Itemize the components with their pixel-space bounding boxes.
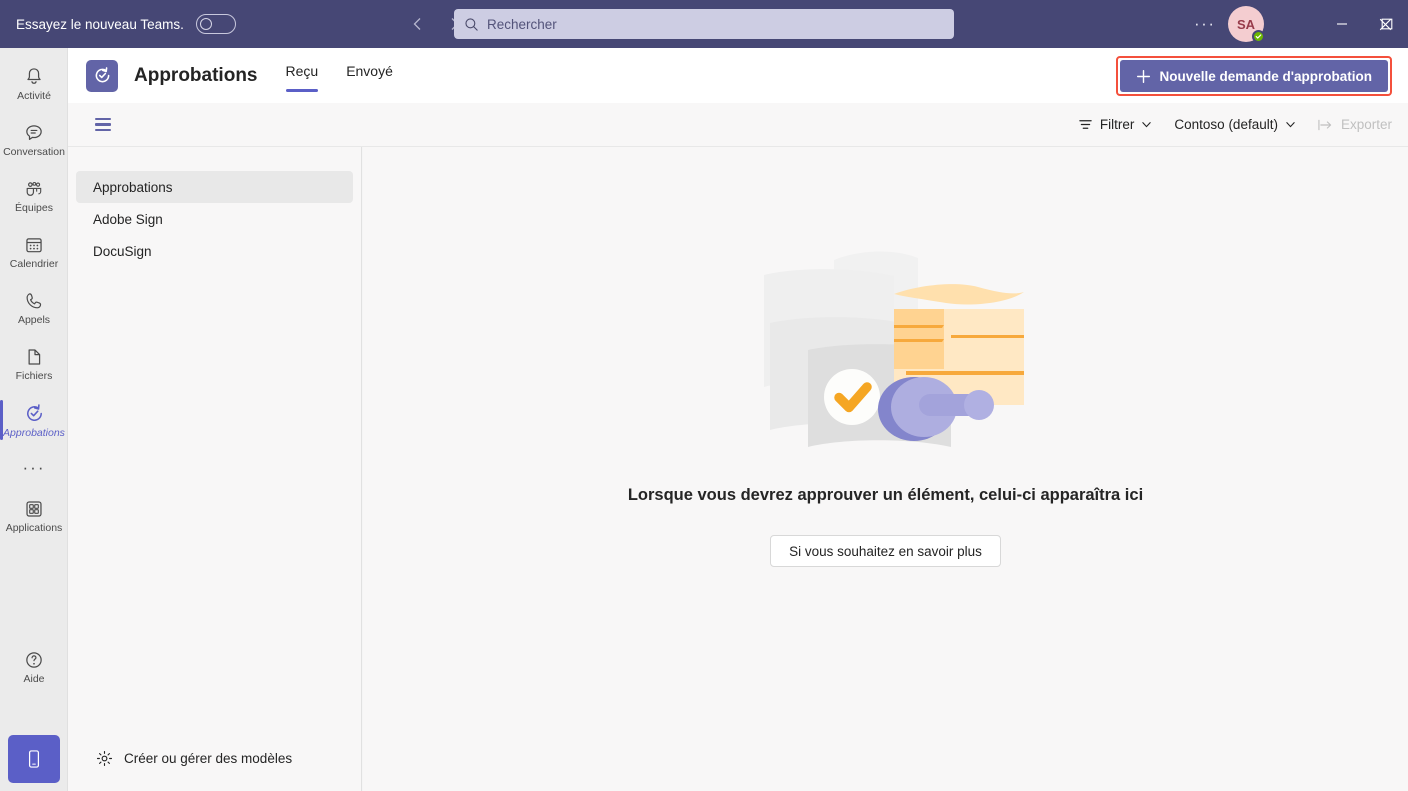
help-icon — [26, 652, 42, 668]
teams-icon — [26, 181, 42, 196]
sidebar-item-label: Aide — [23, 673, 45, 685]
presence-badge-available — [1252, 30, 1265, 43]
filter-label: Filtrer — [1099, 117, 1135, 132]
sidebar-item-activite[interactable]: Activité — [0, 56, 68, 112]
hamburger-list-icon[interactable] — [95, 117, 111, 132]
app-header: Approbations Reçu Envoyé Nouvelle demand… — [68, 48, 1408, 103]
learn-more-button[interactable]: Si vous souhaitez en savoir plus — [770, 535, 1001, 567]
empty-state-title: Lorsque vous devrez approuver un élément… — [627, 486, 1144, 504]
avatar-initials: SA — [1236, 16, 1256, 32]
toolbar: Filtrer Contoso (default) Exporter — [68, 103, 1408, 147]
new-approval-request-button[interactable]: Nouvelle demande d'approbation — [1119, 60, 1388, 92]
try-new-teams-label: Essayez le nouveau Teams. — [16, 16, 184, 32]
calendar-icon — [26, 238, 42, 253]
export-button: Exporter — [1318, 117, 1392, 132]
bell-icon — [27, 68, 41, 84]
file-icon — [28, 349, 41, 365]
more-options-button[interactable]: ··· — [1194, 14, 1215, 34]
title-bar: Essayez le nouveau Teams. Rechercher ···… — [0, 0, 1408, 48]
sidebar-item-label: Activité — [17, 90, 51, 102]
sidebar-item-label: Conversation — [3, 146, 65, 158]
manage-templates-link[interactable]: Créer ou gérer des modèles — [68, 750, 292, 767]
sidebar-item-fichiers[interactable]: Fichiers — [0, 336, 68, 392]
avatar[interactable]: SA — [1228, 6, 1265, 43]
minimize-button[interactable] — [1319, 0, 1364, 48]
approvals-app-icon — [86, 59, 118, 92]
phone-icon — [26, 293, 42, 309]
sidebar-item-aide[interactable]: Aide — [0, 639, 68, 695]
sidebar-item-calendrier[interactable]: Calendrier — [0, 224, 68, 280]
chat-icon — [26, 125, 42, 140]
search-input[interactable]: Rechercher — [454, 9, 954, 39]
export-icon — [1318, 119, 1332, 130]
close-button[interactable] — [1363, 0, 1408, 48]
list-item-docusign[interactable]: DocuSign — [76, 235, 353, 267]
chevron-down-icon — [1142, 122, 1152, 128]
sidebar-item-label: Approbations — [3, 426, 65, 439]
chevron-left-icon — [413, 18, 421, 30]
filter-button[interactable]: Filtrer — [1078, 117, 1153, 132]
plus-icon — [1136, 69, 1150, 83]
search-placeholder: Rechercher — [487, 16, 557, 32]
minimize-icon — [1336, 23, 1347, 25]
page-title: Approbations — [134, 64, 258, 86]
approvals-icon — [26, 403, 42, 421]
new-request-highlight-box: Nouvelle demande d'approbation — [1115, 56, 1392, 96]
sidebar-item-applications[interactable]: Applications — [0, 488, 68, 544]
left-navigation-rail: Activité Conversation Équipes Calendrier… — [0, 48, 68, 791]
download-mobile-app-button[interactable] — [8, 735, 60, 783]
manage-templates-label: Créer ou gérer des modèles — [124, 751, 293, 766]
list-item-approbations[interactable]: Approbations — [76, 171, 353, 203]
sidebar-item-label: Fichiers — [15, 370, 53, 382]
sidebar-more-button[interactable]: ··· — [0, 448, 68, 488]
back-button[interactable] — [404, 10, 432, 38]
close-icon — [1379, 18, 1392, 30]
sidebar-item-equipes[interactable]: Équipes — [0, 168, 68, 224]
apps-grid-icon — [26, 501, 42, 517]
main-content-area: Lorsque vous devrez approuver un élément… — [363, 147, 1408, 791]
sidebar-item-label: Appels — [17, 314, 51, 326]
tenant-selector[interactable]: Contoso (default) — [1174, 117, 1296, 132]
mobile-phone-icon — [28, 750, 40, 768]
chevron-down-icon — [1286, 122, 1295, 128]
check-icon — [1255, 34, 1262, 39]
sidebar-item-label: Calendrier — [9, 258, 59, 270]
filter-icon — [1079, 120, 1092, 129]
tenant-label: Contoso (default) — [1174, 117, 1278, 132]
approvals-empty-state-illustration — [763, 251, 1024, 447]
sidebar-item-appels[interactable]: Appels — [0, 280, 68, 336]
export-label: Exporter — [1340, 117, 1392, 132]
approvals-source-panel: Approbations Adobe Sign DocuSign Créer o… — [68, 147, 362, 791]
search-icon — [464, 17, 479, 32]
new-approval-request-label: Nouvelle demande d'approbation — [1159, 68, 1373, 84]
tab-envoye[interactable]: Envoyé — [346, 63, 393, 89]
sidebar-item-conversation[interactable]: Conversation — [0, 112, 68, 168]
sidebar-item-label: Équipes — [15, 202, 53, 214]
sidebar-item-approbations[interactable]: Approbations — [0, 392, 68, 448]
try-new-teams-toggle[interactable] — [195, 14, 236, 34]
tab-recu[interactable]: Reçu — [285, 63, 318, 92]
list-item-adobe-sign[interactable]: Adobe Sign — [76, 203, 353, 235]
toggle-knob — [199, 17, 212, 30]
sidebar-item-label: Applications — [5, 522, 63, 534]
gear-icon — [96, 750, 113, 767]
